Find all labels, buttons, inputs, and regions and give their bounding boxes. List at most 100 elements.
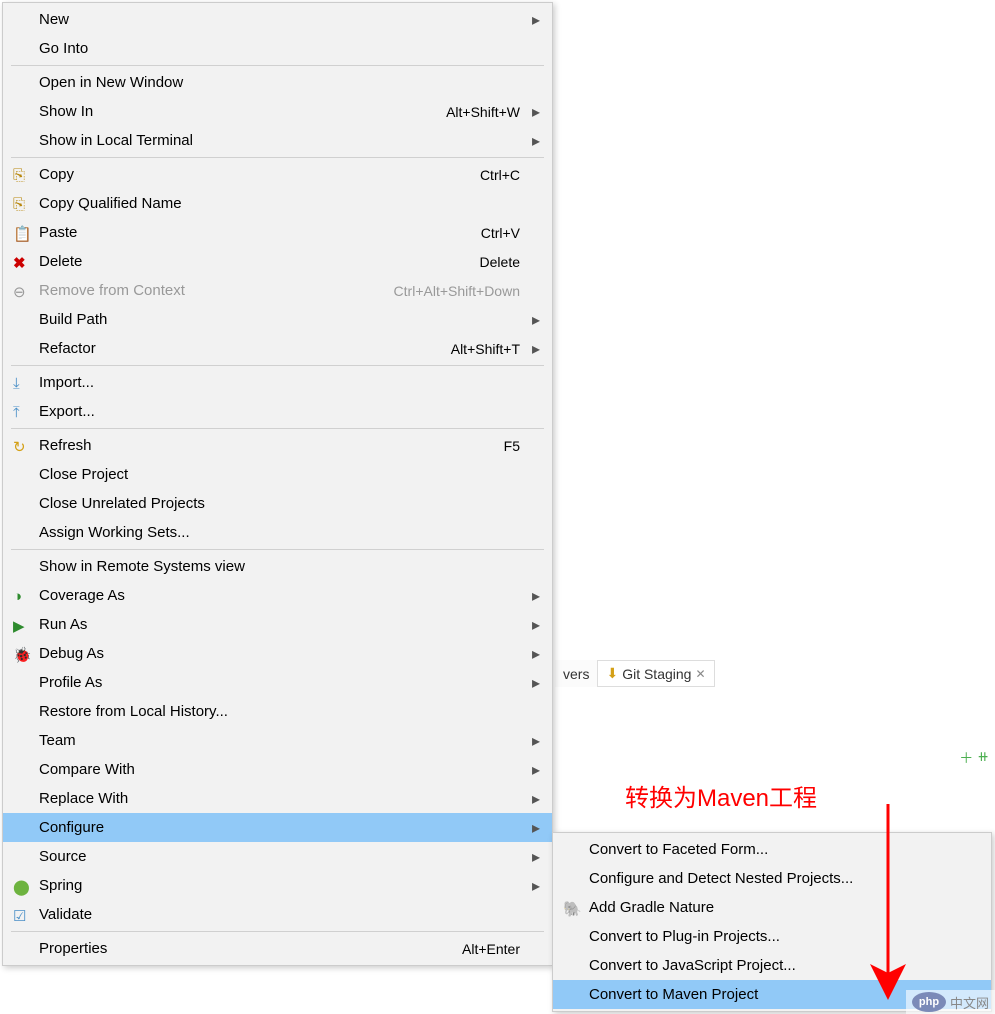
- menu-item-show-in-remote-systems-view[interactable]: Show in Remote Systems view: [3, 552, 552, 581]
- submenu-arrow-icon: ▸: [526, 876, 540, 896]
- run-icon: ▶: [3, 617, 39, 633]
- menu-item-label: Source: [39, 848, 520, 865]
- menu-item-spring[interactable]: ⬤Spring▸: [3, 871, 552, 900]
- menu-item-close-unrelated-projects[interactable]: Close Unrelated Projects: [3, 489, 552, 518]
- menu-item-label: Close Project: [39, 466, 520, 483]
- tab-git-staging[interactable]: ⬇ Git Staging ✕: [597, 660, 714, 687]
- menu-item-remove-from-context[interactable]: ⊖Remove from ContextCtrl+Alt+Shift+Down: [3, 276, 552, 305]
- tab-vers[interactable]: vers: [555, 662, 597, 686]
- menu-item-configure[interactable]: Configure▸: [3, 813, 552, 842]
- menu-separator: [11, 931, 544, 932]
- context-menu: New▸Go IntoOpen in New WindowShow InAlt+…: [2, 2, 553, 966]
- menu-item-label: Refactor: [39, 340, 451, 357]
- menu-item-team[interactable]: Team▸: [3, 726, 552, 755]
- submenu-item-add-gradle-nature[interactable]: 🐘Add Gradle Nature: [553, 893, 991, 922]
- menu-item-delete[interactable]: ✖DeleteDelete: [3, 247, 552, 276]
- menu-item-label: Delete: [39, 253, 480, 270]
- submenu-item-label: Convert to JavaScript Project...: [589, 957, 979, 974]
- menu-item-go-into[interactable]: Go Into: [3, 34, 552, 63]
- submenu-item-convert-to-plug-in-projects[interactable]: Convert to Plug-in Projects...: [553, 922, 991, 951]
- submenu-arrow-icon: ▸: [526, 789, 540, 809]
- menu-item-label: Restore from Local History...: [39, 703, 520, 720]
- remove-icon: ⊖: [3, 283, 39, 299]
- submenu-arrow-icon: ▸: [526, 102, 540, 122]
- submenu-item-configure-and-detect-nested-projects[interactable]: Configure and Detect Nested Projects...: [553, 864, 991, 893]
- menu-item-profile-as[interactable]: Profile As▸: [3, 668, 552, 697]
- plus-plus-icon[interactable]: ⧺: [977, 748, 989, 768]
- tab-vers-label: vers: [563, 666, 589, 682]
- menu-item-show-in[interactable]: Show InAlt+Shift+W▸: [3, 97, 552, 126]
- refresh-icon: ↻: [3, 438, 39, 454]
- gradle-icon: 🐘: [553, 900, 589, 916]
- menu-separator: [11, 428, 544, 429]
- menu-item-accelerator: Ctrl+Alt+Shift+Down: [394, 283, 526, 299]
- menu-item-open-in-new-window[interactable]: Open in New Window: [3, 68, 552, 97]
- menu-item-replace-with[interactable]: Replace With ▸: [3, 784, 552, 813]
- toolbar-right-icons: ＋ ⧺: [959, 748, 989, 768]
- menu-item-new[interactable]: New▸: [3, 5, 552, 34]
- menu-item-label: New: [39, 11, 520, 28]
- submenu-arrow-icon: ▸: [526, 310, 540, 330]
- menu-item-coverage-as[interactable]: ◑Coverage As▸: [3, 581, 552, 610]
- menu-item-show-in-local-terminal[interactable]: Show in Local Terminal ▸: [3, 126, 552, 155]
- menu-item-build-path[interactable]: Build Path ▸: [3, 305, 552, 334]
- plus-icon[interactable]: ＋: [959, 748, 973, 768]
- menu-item-run-as[interactable]: ▶Run As ▸: [3, 610, 552, 639]
- menu-item-label: Show in Remote Systems view: [39, 558, 520, 575]
- menu-item-refactor[interactable]: RefactorAlt+Shift+T▸: [3, 334, 552, 363]
- menu-item-assign-working-sets[interactable]: Assign Working Sets...: [3, 518, 552, 547]
- menu-item-accelerator: Delete: [480, 254, 526, 270]
- menu-item-label: Build Path: [39, 311, 520, 328]
- validate-icon: ☑: [3, 907, 39, 923]
- menu-item-label: Copy: [39, 166, 480, 183]
- watermark: php 中文网: [906, 990, 995, 1014]
- menu-item-label: Paste: [39, 224, 481, 241]
- menu-item-validate[interactable]: ☑Validate: [3, 900, 552, 929]
- menu-item-debug-as[interactable]: 🐞Debug As▸: [3, 639, 552, 668]
- menu-item-export[interactable]: ⤒Export...: [3, 397, 552, 426]
- submenu-arrow-icon: ▸: [526, 615, 540, 635]
- menu-item-properties[interactable]: PropertiesAlt+Enter: [3, 934, 552, 963]
- menu-item-refresh[interactable]: ↻RefreshF5: [3, 431, 552, 460]
- submenu-arrow-icon: ▸: [526, 131, 540, 151]
- export-icon: ⤒: [3, 404, 39, 420]
- submenu-item-convert-to-faceted-form[interactable]: Convert to Faceted Form...: [553, 835, 991, 864]
- menu-item-paste[interactable]: 📋PasteCtrl+V: [3, 218, 552, 247]
- submenu-item-label: Add Gradle Nature: [589, 899, 979, 916]
- menu-item-label: Show In: [39, 103, 446, 120]
- submenu-arrow-icon: ▸: [526, 731, 540, 751]
- menu-separator: [11, 65, 544, 66]
- menu-item-label: Spring: [39, 877, 520, 894]
- delete-icon: ✖: [3, 254, 39, 270]
- menu-item-source[interactable]: Source ▸: [3, 842, 552, 871]
- menu-item-label: Open in New Window: [39, 74, 520, 91]
- menu-item-label: Debug As: [39, 645, 520, 662]
- menu-item-label: Coverage As: [39, 587, 520, 604]
- menu-item-accelerator: Alt+Shift+T: [451, 341, 526, 357]
- menu-item-close-project[interactable]: Close Project: [3, 460, 552, 489]
- submenu-arrow-icon: ▸: [526, 673, 540, 693]
- submenu-arrow-icon: ▸: [526, 760, 540, 780]
- import-icon: ⤓: [3, 375, 39, 391]
- menu-item-label: Remove from Context: [39, 282, 394, 299]
- menu-item-copy-qualified-name[interactable]: ⎘Copy Qualified Name: [3, 189, 552, 218]
- copy-icon: ⎘: [3, 196, 39, 212]
- menu-item-copy[interactable]: ⎘CopyCtrl+C: [3, 160, 552, 189]
- submenu-arrow-icon: ▸: [526, 644, 540, 664]
- menu-item-accelerator: Ctrl+V: [481, 225, 526, 241]
- menu-item-import[interactable]: ⤓Import...: [3, 368, 552, 397]
- paste-icon: 📋: [3, 225, 39, 241]
- close-icon[interactable]: ✕: [695, 667, 705, 681]
- submenu-item-label: Convert to Faceted Form...: [589, 841, 979, 858]
- menu-item-compare-with[interactable]: Compare With▸: [3, 755, 552, 784]
- menu-separator: [11, 157, 544, 158]
- submenu-arrow-icon: ▸: [526, 847, 540, 867]
- menu-item-accelerator: F5: [504, 438, 526, 454]
- menu-item-restore-from-local-history[interactable]: Restore from Local History...: [3, 697, 552, 726]
- menu-item-label: Show in Local Terminal: [39, 132, 520, 149]
- menu-item-label: Copy Qualified Name: [39, 195, 520, 212]
- menu-item-label: Run As: [39, 616, 520, 633]
- submenu-item-convert-to-javascript-project[interactable]: Convert to JavaScript Project...: [553, 951, 991, 980]
- menu-item-label: Replace With: [39, 790, 520, 807]
- menu-item-label: Export...: [39, 403, 520, 420]
